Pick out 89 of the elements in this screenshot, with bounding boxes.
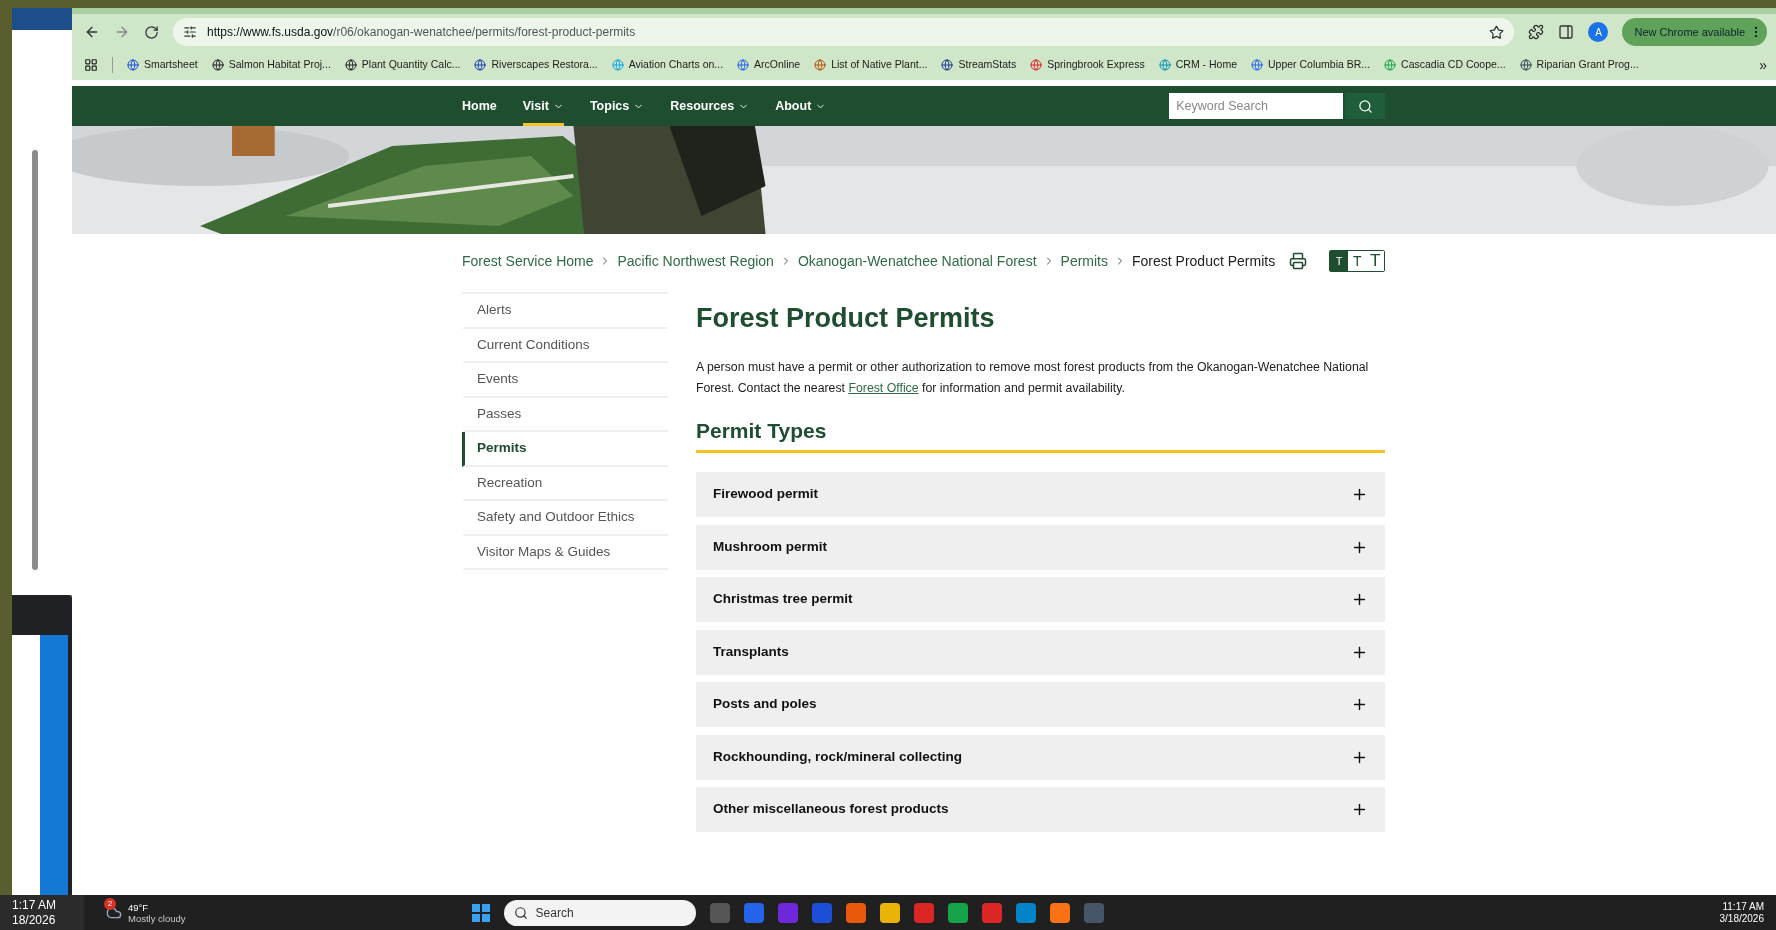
temperature: 49°F — [128, 901, 150, 913]
accordion-header[interactable]: Transplants — [696, 629, 1386, 675]
site-icon — [127, 59, 139, 71]
site-icon — [474, 59, 487, 71]
bookmark[interactable]: Springbrook Express — [1030, 57, 1145, 73]
nav-link[interactable]: Resources — [670, 86, 750, 126]
address-bar[interactable]: https://www.fs.usda.gov/r06/okanogan-wenatchee/permits/forest-product-permits — [173, 18, 1515, 46]
site-icon — [611, 59, 624, 71]
bookmark[interactable]: CRM - Home — [1158, 57, 1237, 73]
search-icon — [1357, 98, 1373, 114]
site-icon — [941, 59, 954, 71]
search-button[interactable] — [1345, 93, 1386, 119]
search-field[interactable]: Keyword Search — [1169, 93, 1344, 119]
taskbar-time: 11:17 AM — [1722, 900, 1764, 913]
forest-office-link[interactable]: Forest Office — [848, 380, 919, 395]
bookmark[interactable]: Salmon Habitat Proj... — [211, 57, 331, 73]
site-icon — [1251, 59, 1263, 71]
url-text: https://www.fs.usda.gov/r06/okanogan-wenatchee/permits/forest-product-permits — [207, 24, 637, 41]
more-bookmarks[interactable]: » — [1759, 54, 1768, 76]
sidebar-link[interactable]: Current Conditions — [462, 328, 668, 363]
bookmark[interactable]: List of Native Plant... — [814, 57, 928, 73]
bookmark[interactable]: Riverscapes Restora... — [474, 57, 598, 73]
page-title: Forest Product Permits — [696, 302, 996, 335]
bookmark[interactable]: Aviation Charts on... — [611, 57, 724, 73]
accordion-header[interactable]: Posts and poles — [696, 682, 1386, 727]
app-icon[interactable] — [1049, 902, 1070, 923]
bookmark[interactable]: StreamStats — [941, 57, 1017, 73]
accordion-header[interactable]: Mushroom permit — [696, 524, 1386, 570]
clock-time: 1:17 AM — [12, 897, 58, 913]
print-icon[interactable] — [1289, 252, 1308, 270]
site-icon — [1030, 59, 1043, 71]
back-icon[interactable] — [84, 24, 100, 40]
weather-text: Mostly cloudy — [128, 912, 186, 924]
apps-icon[interactable] — [84, 58, 98, 72]
sidebar-link[interactable]: Alerts — [462, 294, 668, 329]
site-info-icon[interactable] — [183, 25, 197, 39]
side-panel-icon[interactable] — [1558, 24, 1575, 40]
nav-link[interactable]: About — [775, 86, 827, 126]
bookmark[interactable]: Cascadia CD Coope... — [1384, 57, 1506, 73]
breadcrumb-current: Forest Product Permits — [1132, 251, 1276, 271]
breadcrumb-link[interactable]: Forest Service Home — [462, 250, 594, 272]
bookmark[interactable]: Upper Columbia BR... — [1251, 57, 1371, 73]
site-icon — [1158, 59, 1171, 71]
clock-date: 18/2026 — [12, 912, 57, 928]
nav-link[interactable]: Home — [462, 86, 497, 126]
bookmark[interactable]: Plant Quantity Calc... — [344, 57, 461, 73]
breadcrumb-link[interactable]: Permits — [1060, 250, 1108, 272]
taskbar-date: 3/18/2026 — [1719, 912, 1764, 925]
app-icon[interactable] — [845, 902, 866, 923]
scrollbar[interactable] — [32, 150, 38, 570]
intro-paragraph: A person must have a permit or other authorization to remove most forest products from the Okanogan-Wenatchee National Forest. Contact the nearest Forest Office for information and permit availability. — [696, 358, 1370, 397]
site-icon — [1519, 59, 1532, 71]
section-title: Permit Types — [696, 417, 828, 444]
bookmark[interactable]: Smartsheet — [127, 57, 198, 73]
breadcrumb-link[interactable]: Pacific Northwest Region — [617, 250, 774, 272]
sidebar-link[interactable]: Recreation — [462, 466, 668, 501]
accordion-header[interactable]: Christmas tree permit — [696, 577, 1386, 622]
nav-link[interactable]: Topics — [589, 86, 645, 126]
site-icon — [344, 59, 357, 71]
reload-icon[interactable] — [144, 24, 159, 40]
breadcrumb-link[interactable]: Okanogan-Wenatchee National Forest — [797, 250, 1037, 272]
sidebar-link[interactable]: Passes — [462, 397, 668, 432]
accordion-header[interactable]: Other miscellaneous forest products — [696, 787, 1386, 832]
site-icon — [1384, 59, 1397, 71]
bookmark[interactable]: ArcOnline — [737, 57, 801, 73]
sidebar-link[interactable]: Events — [462, 363, 668, 398]
app-icon[interactable] — [947, 902, 968, 923]
forward-icon[interactable] — [114, 24, 130, 40]
search-icon — [513, 905, 528, 920]
site-icon — [737, 59, 750, 71]
notification-badge: 2 — [104, 897, 116, 910]
update-button[interactable]: New Chrome available — [1622, 18, 1768, 46]
start-icon[interactable] — [471, 903, 490, 922]
taskbar-search[interactable]: Search — [503, 899, 696, 926]
app-icon[interactable] — [1015, 902, 1036, 923]
sidebar-link[interactable]: Visitor Maps & Guides — [462, 535, 668, 570]
sidebar-link[interactable]: Permits — [462, 432, 668, 467]
site-icon — [814, 59, 827, 71]
text-size-button[interactable]: T — [1330, 251, 1349, 271]
app-icon[interactable] — [879, 902, 900, 923]
sidebar-link[interactable]: Safety and Outdoor Ethics — [462, 501, 668, 536]
bookmark[interactable]: Riparian Grant Prog... — [1519, 57, 1639, 73]
window-title-bar — [12, 8, 72, 30]
accordion-header[interactable]: Rockhounding, rock/mineral collecting — [696, 734, 1386, 780]
site-icon — [211, 59, 224, 71]
profile-avatar[interactable]: A — [1588, 22, 1609, 42]
bookmark-star-icon[interactable] — [1489, 24, 1505, 40]
accordion-header[interactable]: Firewood permit — [696, 472, 1386, 517]
extensions-icon[interactable] — [1528, 24, 1545, 40]
